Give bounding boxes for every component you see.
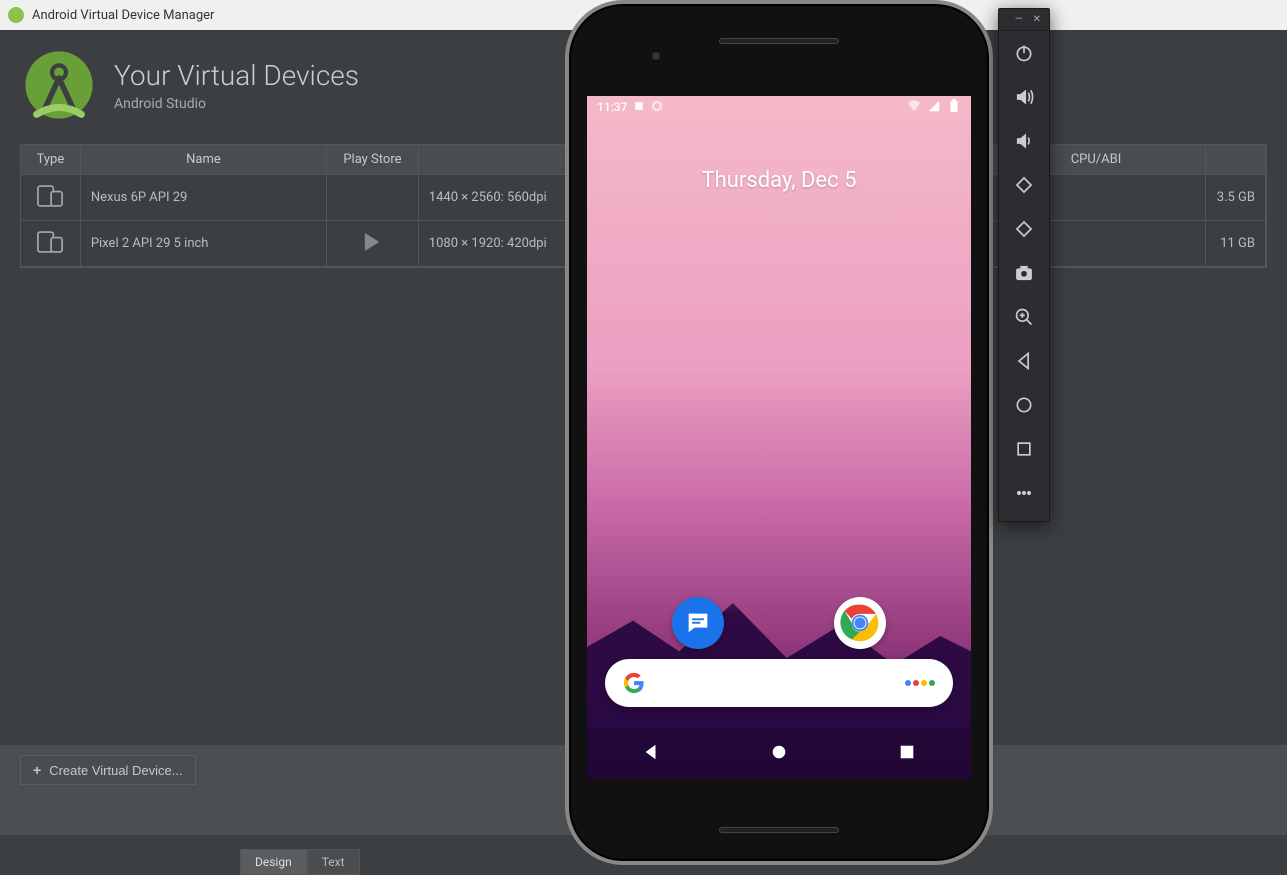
home-dock — [587, 597, 971, 649]
device-type-icon — [36, 185, 64, 211]
device-name: Pixel 2 API 29 5 inch — [81, 221, 327, 267]
chrome-app-icon[interactable] — [834, 597, 886, 649]
debug-icon — [633, 100, 645, 115]
emulator-phone-frame: 11:37 Thursday, Dec 5 — [565, 0, 993, 865]
device-size: 11 GB — [1206, 221, 1266, 267]
phone-speaker-top — [719, 38, 839, 44]
col-header-name[interactable]: Name — [81, 145, 327, 175]
overview-button[interactable] — [999, 427, 1049, 471]
google-search-bar[interactable] — [605, 659, 953, 707]
page-subtitle: Android Studio — [114, 96, 359, 112]
google-logo-icon — [623, 672, 645, 694]
wifi-icon — [907, 99, 921, 116]
screenshot-button[interactable] — [999, 251, 1049, 295]
messages-app-icon[interactable] — [672, 597, 724, 649]
col-header-size[interactable] — [1206, 145, 1266, 175]
android-nav-bar — [587, 729, 971, 779]
emulator-toolbar: — ✕ — [998, 8, 1050, 522]
volume-up-button[interactable] — [999, 75, 1049, 119]
device-size: 3.5 GB — [1206, 175, 1266, 221]
home-button[interactable] — [999, 383, 1049, 427]
tab-design[interactable]: Design — [240, 849, 307, 875]
back-button[interactable] — [999, 339, 1049, 383]
nav-overview-button[interactable] — [898, 743, 916, 765]
minimize-icon[interactable]: — — [1015, 14, 1023, 25]
page-title: Your Virtual Devices — [114, 59, 359, 92]
nav-home-button[interactable] — [770, 743, 788, 765]
rotate-right-button[interactable] — [999, 207, 1049, 251]
nav-back-button[interactable] — [642, 743, 660, 765]
signal-icon — [927, 99, 941, 116]
battery-icon — [947, 99, 961, 116]
editor-tabs: Design Text — [240, 849, 360, 875]
device-type-icon — [36, 231, 64, 257]
create-button-label: Create Virtual Device... — [49, 763, 182, 778]
play-store-cell — [327, 221, 419, 267]
col-header-type[interactable]: Type — [21, 145, 81, 175]
phone-speaker-bottom — [719, 827, 839, 833]
rotate-left-button[interactable] — [999, 163, 1049, 207]
play-store-cell — [327, 175, 419, 221]
assistant-icon[interactable] — [905, 680, 935, 686]
plus-icon: + — [33, 762, 41, 778]
col-header-play[interactable]: Play Store — [327, 145, 419, 175]
status-clock: 11:37 — [597, 100, 627, 114]
emulator-toolbar-titlebar: — ✕ — [999, 9, 1049, 31]
close-icon[interactable]: ✕ — [1033, 14, 1041, 25]
android-studio-logo-icon — [24, 50, 94, 120]
tab-text[interactable]: Text — [307, 849, 360, 875]
create-virtual-device-button[interactable]: + Create Virtual Device... — [20, 755, 196, 785]
phone-camera-dot — [652, 52, 660, 60]
device-name: Nexus 6P API 29 — [81, 175, 327, 221]
window-title: Android Virtual Device Manager — [32, 8, 214, 23]
play-store-icon — [363, 232, 381, 256]
android-status-bar[interactable]: 11:37 — [587, 96, 971, 118]
zoom-button[interactable] — [999, 295, 1049, 339]
volume-down-button[interactable] — [999, 119, 1049, 163]
home-date-widget[interactable]: Thursday, Dec 5 — [587, 168, 971, 193]
more-button[interactable] — [999, 471, 1049, 515]
android-studio-icon — [8, 7, 24, 23]
settings-status-icon — [651, 100, 663, 115]
power-button[interactable] — [999, 31, 1049, 75]
emulator-screen[interactable]: 11:37 Thursday, Dec 5 — [587, 96, 971, 779]
